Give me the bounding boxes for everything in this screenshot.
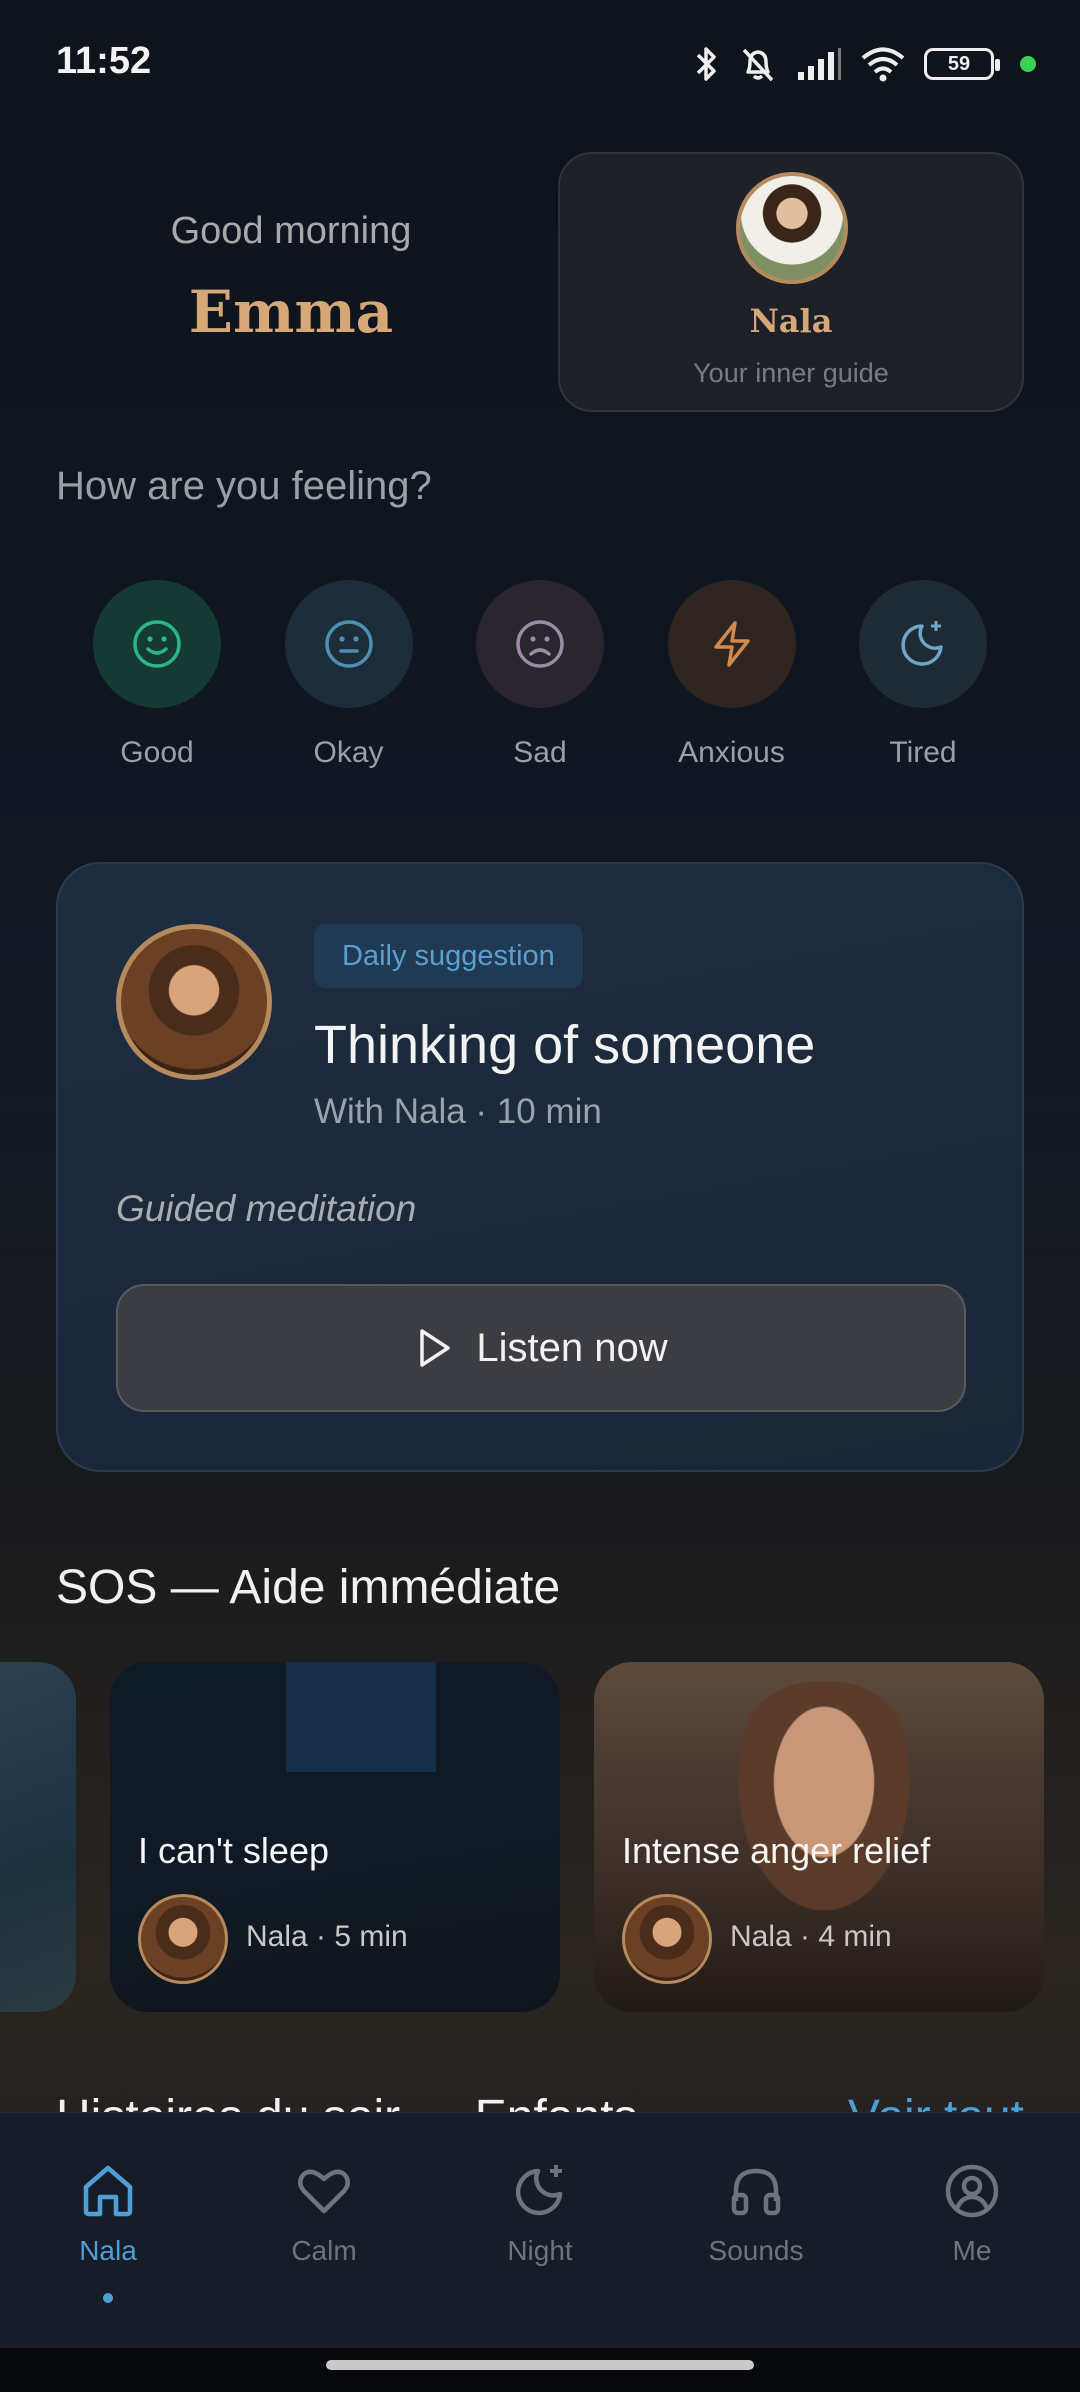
- guide-card[interactable]: Nala Your inner guide: [558, 152, 1024, 412]
- window-image: [286, 1662, 436, 1772]
- nav-label: Nala: [79, 2235, 137, 2266]
- mood-title: How are you feeling?: [56, 464, 432, 508]
- profile-icon: [945, 2164, 999, 2218]
- headphones-icon: [731, 2168, 781, 2216]
- nav-label: Me: [952, 2235, 992, 2266]
- user-name: Emma: [188, 278, 394, 346]
- guide-avatar: [736, 172, 848, 284]
- mood-good[interactable]: Good: [92, 580, 222, 770]
- mood-anxious[interactable]: Anxious: [667, 580, 797, 770]
- sos-card[interactable]: Intense anger relief Nala · 4 min: [594, 1662, 1044, 2012]
- nav-item-calm[interactable]: Calm: [216, 2113, 432, 2348]
- daily-meta: With Nala · 10 min: [314, 1092, 602, 1131]
- mood-label: Sad: [513, 736, 567, 769]
- sos-card-title: I can't sleep: [138, 1830, 329, 1871]
- nav-label: Sounds: [708, 2235, 804, 2266]
- sos-card[interactable]: I can't sleep Nala · 5 min: [110, 1662, 560, 2012]
- bluetooth-icon: [696, 47, 716, 81]
- mood-label: Good: [120, 736, 194, 769]
- guide-avatar: [138, 1894, 228, 1984]
- moon-star-icon: [515, 2165, 563, 2216]
- nav-item-nala[interactable]: Nala: [0, 2113, 216, 2348]
- wifi-icon: [861, 47, 905, 82]
- play-icon: [420, 1329, 451, 1367]
- signal-icon: [798, 48, 841, 80]
- guide-name: Nala: [749, 302, 833, 340]
- daily-title: Thinking of someone: [314, 1015, 816, 1075]
- listen-now-label: Listen now: [476, 1325, 668, 1370]
- sos-card-title: Intense anger relief: [622, 1830, 931, 1871]
- status-time: 11:52: [56, 40, 152, 82]
- nav-label: Calm: [291, 2235, 357, 2266]
- bottom-nav: Nala Calm Night Sounds Me: [0, 2112, 1080, 2348]
- mood-okay[interactable]: Okay: [284, 580, 414, 770]
- sos-card-partial[interactable]: [0, 1662, 76, 2012]
- neutral-face-icon: [324, 620, 373, 668]
- sos-section-title: SOS — Aide immédiate: [56, 1561, 561, 1614]
- guide-subtitle: Your inner guide: [693, 358, 889, 388]
- nav-item-night[interactable]: Night: [432, 2113, 648, 2348]
- nav-item-me[interactable]: Me: [864, 2113, 1080, 2348]
- system-nav-bar: [0, 2348, 1080, 2392]
- home-indicator[interactable]: [326, 2360, 754, 2370]
- guide-avatar: [622, 1894, 712, 1984]
- status-icons: 59: [694, 40, 1036, 88]
- daily-suggestion-card[interactable]: Daily suggestion Thinking of someone Wit…: [56, 862, 1024, 1472]
- mood-label: Okay: [313, 736, 384, 769]
- mood-selector: Good Okay Sad Anxious Tired: [56, 580, 1024, 770]
- battery-indicator: 59: [924, 48, 1000, 80]
- smile-icon: [133, 620, 181, 668]
- sos-card-meta: Nala · 5 min: [246, 1920, 408, 1953]
- guide-avatar: [116, 924, 272, 1080]
- nav-label: Night: [507, 2235, 573, 2266]
- lightning-icon: [713, 621, 750, 667]
- mood-sad[interactable]: Sad: [475, 580, 605, 770]
- greeting: Good morning: [170, 210, 412, 252]
- privacy-dot: [1020, 56, 1036, 72]
- woman-portrait-image: [724, 1682, 924, 1932]
- active-indicator-dot: [103, 2293, 113, 2303]
- mood-tired[interactable]: Tired: [858, 580, 988, 770]
- moon-star-icon: [901, 621, 943, 666]
- heart-icon: [298, 2169, 350, 2214]
- listen-now-button[interactable]: Listen now: [116, 1284, 966, 1412]
- mood-label: Tired: [889, 736, 957, 769]
- daily-badge: Daily suggestion: [314, 924, 583, 988]
- nav-item-sounds[interactable]: Sounds: [648, 2113, 864, 2348]
- bell-muted-icon: [742, 48, 774, 82]
- home-icon: [83, 2165, 133, 2217]
- sad-face-icon: [516, 620, 564, 668]
- mood-label: Anxious: [678, 736, 785, 769]
- daily-type: Guided meditation: [116, 1188, 417, 1229]
- sos-card-meta: Nala · 4 min: [730, 1920, 892, 1953]
